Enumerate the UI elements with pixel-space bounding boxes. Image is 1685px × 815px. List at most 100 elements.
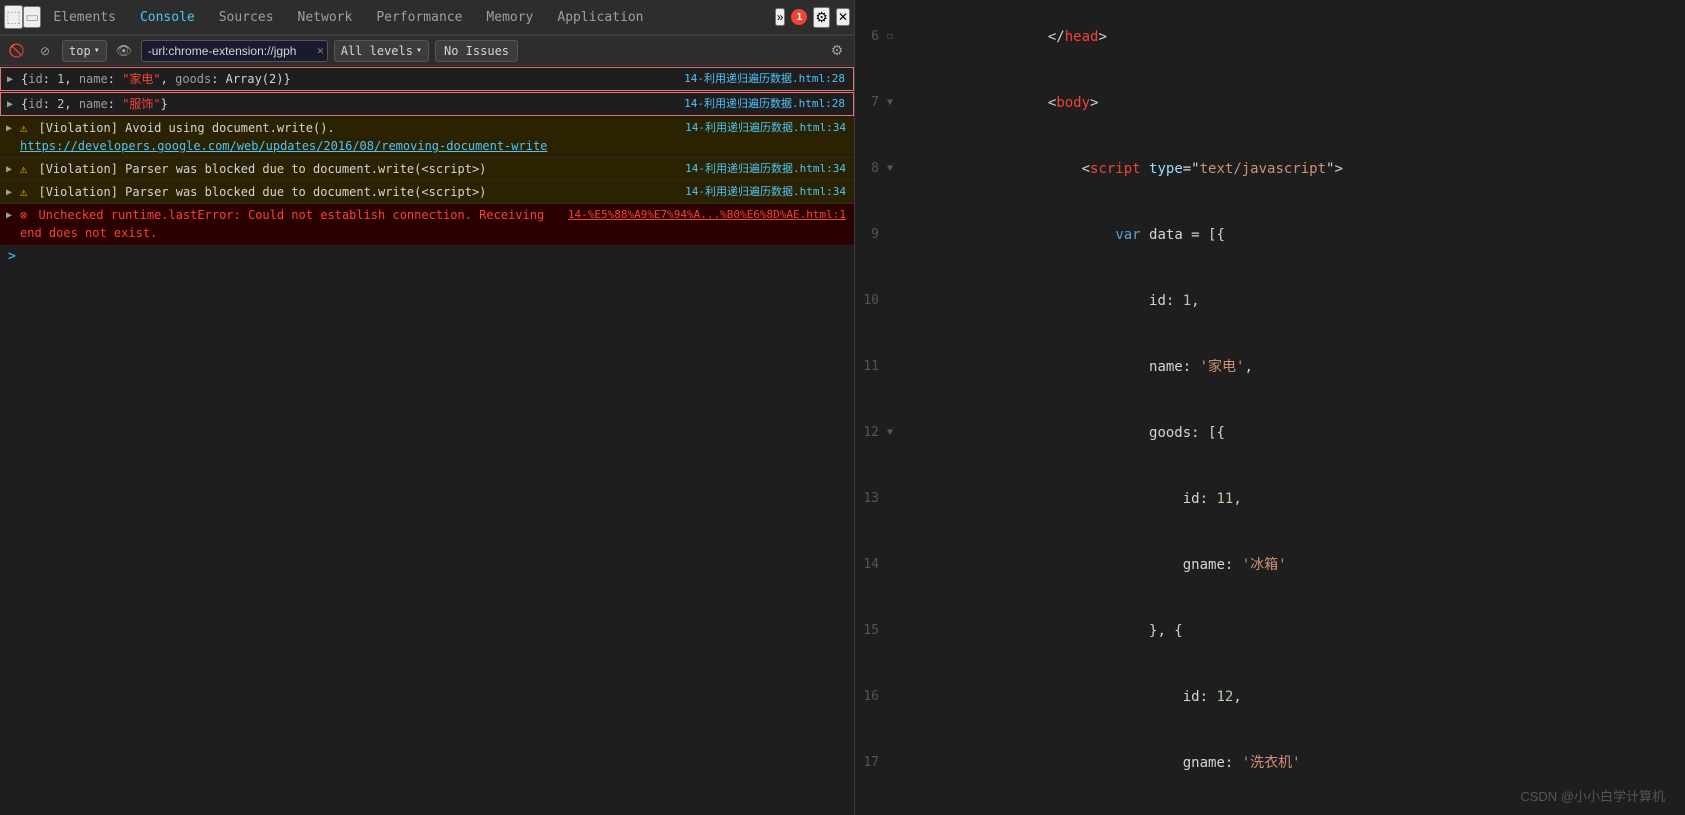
console-filter-bar: 🚫 ⊘ top ▾ 👁 ✕ All levels ▾ No Issues ⚙ — [0, 36, 854, 66]
code-editor-wrapper: 6 ◻ </head> 7 ▼ <body> — [855, 0, 1685, 815]
line-number: 13 — [855, 466, 905, 532]
line-content: <body> — [905, 70, 1106, 136]
line-content: id: 12, — [905, 664, 1250, 730]
entry-expand-arrow[interactable]: ▶ — [6, 184, 12, 202]
console-output[interactable]: ▶ {id: 1, name: "家电", goods: Array(2)} 1… — [0, 66, 854, 815]
log-levels-dropdown[interactable]: All levels ▾ — [334, 40, 429, 62]
line-content: var data = [{ — [905, 202, 1233, 268]
eye-filter-button[interactable]: 👁 — [113, 40, 135, 62]
line-number: 17 — [855, 730, 905, 796]
entry-source[interactable]: 14-%E5%88%A9%E7%94%A...%B0%E6%8D%AE.html… — [558, 206, 846, 224]
code-line-15: 15 }, { — [855, 598, 1685, 664]
line-content: name: '家电', — [905, 334, 1261, 400]
warning-triangle-icon: ⚠ — [20, 185, 27, 199]
warning-triangle-icon: ⚠ — [20, 162, 27, 176]
entry-expand-arrow[interactable]: ▶ — [6, 207, 12, 225]
close-devtools-button[interactable]: ✕ — [836, 8, 850, 26]
fold-icon[interactable]: ▼ — [883, 422, 897, 444]
console-settings-button[interactable]: ⊘ — [34, 40, 56, 62]
console-entry-obj2[interactable]: ▶ {id: 2, name: "服饰"} 14-利用递归遍历数据.html:2… — [0, 92, 854, 116]
violation-link[interactable]: https://developers.google.com/web/update… — [20, 139, 547, 153]
code-line-6: 6 ◻ </head> — [855, 4, 1685, 70]
watermark: CSDN @小小白学计算机 — [1520, 786, 1665, 805]
line-content: id: 11, — [905, 466, 1250, 532]
entry-source[interactable]: 14-利用递归遍历数据.html:34 — [675, 183, 846, 201]
entry-expand-arrow[interactable]: ▶ — [7, 71, 13, 89]
console-entry-violation2: ▶ ⚠ [Violation] Parser was blocked due t… — [0, 158, 854, 181]
line-content: goods: [{ — [905, 400, 1233, 466]
line-number: 16 — [855, 664, 905, 730]
entry-expand-arrow[interactable]: ▶ — [7, 96, 13, 114]
tab-network[interactable]: Network — [286, 0, 365, 36]
line-content: gname: '冰箱' — [905, 532, 1295, 598]
console-entry-violation3: ▶ ⚠ [Violation] Parser was blocked due t… — [0, 181, 854, 204]
line-number: 12 ▼ — [855, 400, 905, 466]
line-number: 6 ◻ — [855, 4, 905, 70]
tab-elements[interactable]: Elements — [41, 0, 128, 36]
entry-content: ⚠ [Violation] Parser was blocked due to … — [20, 183, 675, 201]
entry-expand-arrow[interactable]: ▶ — [6, 120, 12, 138]
line-number: 11 — [855, 334, 905, 400]
line-number: 7 ▼ — [855, 70, 905, 136]
entry-content: {id: 2, name: "服饰"} — [21, 95, 674, 113]
fold-icon[interactable]: ▼ — [883, 92, 897, 114]
entry-source[interactable]: 14-利用递归遍历数据.html:28 — [674, 95, 845, 113]
devtools-inspect-icon[interactable]: ⬚ — [4, 5, 23, 29]
settings-button[interactable]: ⚙ — [813, 7, 830, 28]
filter-input-wrapper: ✕ — [141, 40, 328, 62]
warning-triangle-icon: ⚠ — [20, 121, 27, 135]
code-line-10: 10 id: 1, — [855, 268, 1685, 334]
console-filter-input[interactable] — [141, 40, 328, 62]
tab-memory[interactable]: Memory — [474, 0, 545, 36]
console-entry-violation1: ▶ ⚠ [Violation] Avoid using document.wri… — [0, 117, 854, 158]
entry-expand-arrow[interactable]: ▶ — [6, 161, 12, 179]
code-line-13: 13 id: 11, — [855, 466, 1685, 532]
entry-content: ⚠ [Violation] Parser was blocked due to … — [20, 160, 675, 178]
console-prompt: > — [0, 245, 854, 268]
issues-filter[interactable]: No Issues — [435, 40, 518, 62]
line-content: }] — [905, 796, 1174, 815]
line-number: 10 — [855, 268, 905, 334]
levels-chevron-icon: ▾ — [416, 45, 422, 56]
filter-settings-button[interactable]: ⚙ — [826, 40, 848, 62]
fold-icon[interactable]: ▼ — [883, 158, 897, 180]
tab-application[interactable]: Application — [545, 0, 655, 36]
error-count-badge: 1 — [791, 9, 807, 25]
entry-source[interactable]: 14-利用递归遍历数据.html:34 — [675, 160, 846, 178]
tab-sources[interactable]: Sources — [207, 0, 286, 36]
more-tabs-button[interactable]: » — [775, 8, 786, 26]
clear-console-button[interactable]: 🚫 — [6, 40, 28, 62]
devtools-panel: ⬚ ▭ Elements Console Sources Network Per… — [0, 0, 855, 815]
line-content: <script type="text/javascript"> — [905, 136, 1351, 202]
error-source-link[interactable]: 14-%E5%88%A9%E7%94%A...%B0%E6%8D%AE.html… — [568, 208, 846, 221]
line-number: 15 — [855, 598, 905, 664]
code-line-12: 12 ▼ goods: [{ — [855, 400, 1685, 466]
devtools-device-icon[interactable]: ▭ — [23, 6, 41, 28]
filter-clear-icon[interactable]: ✕ — [317, 44, 324, 57]
code-line-11: 11 name: '家电', — [855, 334, 1685, 400]
entry-source[interactable]: 14-利用递归遍历数据.html:28 — [674, 70, 845, 88]
tab-console[interactable]: Console — [128, 0, 207, 36]
entry-content: ⚠ [Violation] Avoid using document.write… — [20, 119, 675, 155]
tab-performance[interactable]: Performance — [364, 0, 474, 36]
line-number: 14 — [855, 532, 905, 598]
entry-content: ⊗ Unchecked runtime.lastError: Could not… — [20, 206, 558, 242]
error-circle-icon: ⊗ — [20, 208, 27, 222]
fold-icon[interactable]: ◻ — [883, 26, 897, 48]
code-line-16: 16 id: 12, — [855, 664, 1685, 730]
top-context-dropdown[interactable]: top ▾ — [62, 40, 107, 62]
entry-source[interactable]: 14-利用递归遍历数据.html:34 — [675, 119, 846, 137]
line-content: }, { — [905, 598, 1191, 664]
line-content: id: 1, — [905, 268, 1208, 334]
devtools-tabs: ⬚ ▭ Elements Console Sources Network Per… — [0, 0, 854, 36]
line-content: </head> — [905, 4, 1115, 70]
code-line-7: 7 ▼ <body> — [855, 70, 1685, 136]
line-number: 9 — [855, 202, 905, 268]
line-number: 18 — [855, 796, 905, 815]
line-number: 8 ▼ — [855, 136, 905, 202]
code-line-14: 14 gname: '冰箱' — [855, 532, 1685, 598]
error-badge: 1 — [791, 9, 807, 25]
console-entry-obj1[interactable]: ▶ {id: 1, name: "家电", goods: Array(2)} 1… — [0, 67, 854, 91]
code-line-9: 9 var data = [{ — [855, 202, 1685, 268]
prompt-caret-icon: > — [8, 249, 16, 264]
